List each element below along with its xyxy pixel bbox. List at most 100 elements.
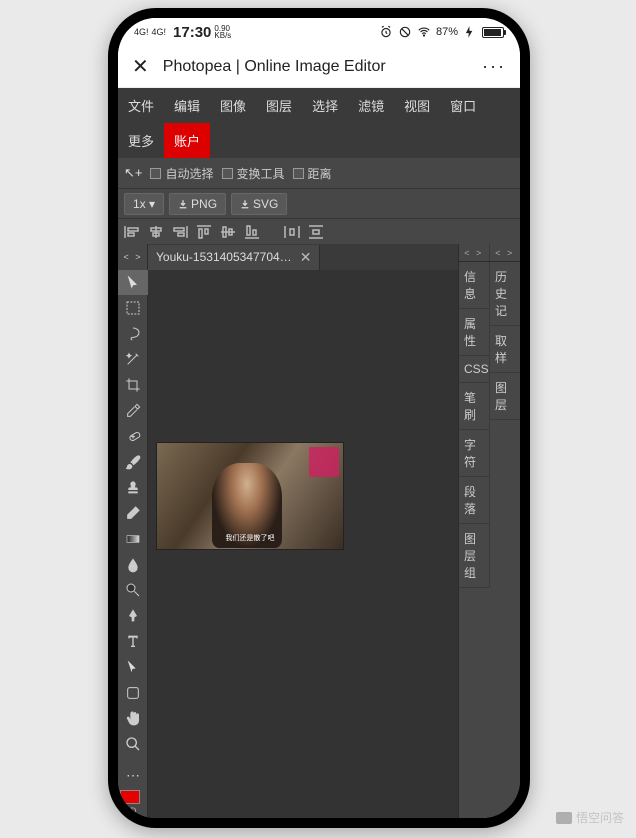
canvas-panel: Youku-1531405347704… ✕ 我们还是散了吧 — [148, 244, 458, 818]
panel-layers[interactable]: 图层 — [490, 373, 520, 420]
swap-colors-icon[interactable] — [120, 807, 128, 815]
document-tabs: Youku-1531405347704… ✕ — [148, 244, 458, 270]
tool-move[interactable] — [118, 270, 148, 296]
image-subtitle: 我们还是散了吧 — [157, 533, 343, 543]
tool-lasso[interactable] — [118, 321, 148, 347]
tool-path[interactable] — [118, 654, 148, 680]
page-title: Photopea | Online Image Editor — [163, 58, 468, 76]
download-icon — [178, 199, 188, 209]
panel-character[interactable]: 字符 — [459, 430, 489, 477]
watermark-icon — [556, 812, 572, 824]
dnd-icon — [398, 25, 412, 39]
panel-history[interactable]: 历史记 — [490, 262, 520, 326]
collapse-panel-button[interactable]: < > — [459, 244, 490, 261]
menu-window[interactable]: 窗口 — [440, 88, 486, 123]
panel-info[interactable]: 信息 — [459, 262, 489, 309]
tool-eraser[interactable] — [118, 500, 148, 526]
canvas[interactable]: 我们还是散了吧 — [148, 270, 458, 818]
tool-gradient[interactable] — [118, 526, 148, 552]
checkbox-icon[interactable] — [150, 168, 161, 179]
options-bar: ↖+ 自动选择 变换工具 距离 — [118, 158, 520, 188]
charging-icon — [463, 25, 477, 39]
color-swatches[interactable]: D — [118, 788, 147, 818]
net-speed: 0.90KB/s — [214, 25, 231, 39]
tool-marquee[interactable] — [118, 295, 148, 321]
tool-dodge[interactable] — [118, 577, 148, 603]
export-svg-button[interactable]: SVG — [231, 193, 287, 215]
menu-filter[interactable]: 滤镜 — [348, 88, 394, 123]
checkbox-icon[interactable] — [293, 168, 304, 179]
align-center-h-icon[interactable] — [148, 225, 164, 239]
tool-more[interactable]: ⋯ — [118, 762, 148, 788]
menu-account[interactable]: 账户 — [164, 123, 210, 158]
phone-frame: 4G! 4G! 17:30 0.90KB/s 87% — [108, 8, 530, 828]
panel-properties[interactable]: 属性 — [459, 309, 489, 356]
close-button[interactable]: ✕ — [132, 54, 149, 79]
tool-zoom[interactable] — [118, 731, 148, 757]
align-left-icon[interactable] — [124, 225, 140, 239]
menu-layer[interactable]: 图层 — [256, 88, 302, 123]
tool-text[interactable] — [118, 629, 148, 655]
status-bar: 4G! 4G! 17:30 0.90KB/s 87% — [118, 18, 520, 46]
more-button[interactable]: ··· — [482, 56, 506, 77]
menu-image[interactable]: 图像 — [210, 88, 256, 123]
tool-crop[interactable] — [118, 372, 148, 398]
align-bar — [118, 218, 520, 244]
distribute-h-icon[interactable] — [284, 225, 300, 239]
canvas-image[interactable]: 我们还是散了吧 — [156, 442, 344, 550]
tool-wand[interactable] — [118, 347, 148, 373]
opt-transform[interactable]: 变换工具 — [222, 165, 285, 182]
image-overlay — [309, 447, 339, 477]
signal-icon-2: 4G! — [152, 28, 167, 37]
tool-blur[interactable] — [118, 552, 148, 578]
move-tool-icon[interactable]: ↖+ — [124, 165, 142, 181]
tool-stamp[interactable] — [118, 475, 148, 501]
opt-distance[interactable]: 距离 — [293, 165, 332, 182]
menu-view[interactable]: 视图 — [394, 88, 440, 123]
panel-brush[interactable]: 笔刷 — [459, 383, 489, 430]
alarm-icon — [379, 25, 393, 39]
align-right-icon[interactable] — [172, 225, 188, 239]
tool-pen[interactable] — [118, 603, 148, 629]
align-bottom-icon[interactable] — [244, 225, 260, 239]
wifi-icon — [417, 25, 431, 39]
watermark: 悟空问答 — [556, 809, 624, 826]
menu-select[interactable]: 选择 — [302, 88, 348, 123]
tool-brush[interactable] — [118, 449, 148, 475]
menu-file[interactable]: 文件 — [118, 88, 164, 123]
opt-auto-select[interactable]: 自动选择 — [150, 165, 213, 182]
download-icon — [240, 199, 250, 209]
menu-more[interactable]: 更多 — [118, 123, 164, 158]
checkbox-icon[interactable] — [222, 168, 233, 179]
close-tab-button[interactable]: ✕ — [300, 249, 312, 266]
clock: 17:30 — [173, 24, 211, 41]
panel-paragraph[interactable]: 段落 — [459, 477, 489, 524]
foreground-color[interactable] — [120, 790, 140, 804]
align-center-v-icon[interactable] — [220, 225, 236, 239]
screen: 4G! 4G! 17:30 0.90KB/s 87% — [118, 18, 520, 818]
panels-sidebar: < > < > 信息 属性 CSS 笔刷 字符 段落 图层组 历史记 — [458, 244, 520, 818]
toolbox: < > ⋯ — [118, 244, 148, 818]
tool-eyedropper[interactable] — [118, 398, 148, 424]
zoom-select[interactable]: 1x ▾ — [124, 193, 164, 215]
battery-pct: 87% — [436, 26, 458, 38]
collapse-toolbox-button[interactable]: < > — [118, 244, 148, 270]
panel-css[interactable]: CSS — [459, 356, 489, 383]
panel-sample[interactable]: 取样 — [490, 326, 520, 373]
document-tab[interactable]: Youku-1531405347704… ✕ — [148, 245, 320, 270]
tool-heal[interactable] — [118, 423, 148, 449]
signal-icon: 4G! — [134, 28, 149, 37]
collapse-panel-button-2[interactable]: < > — [490, 244, 520, 261]
default-colors-button[interactable]: D — [130, 806, 137, 816]
battery-icon — [482, 27, 504, 38]
document-name: Youku-1531405347704… — [156, 250, 292, 264]
menu-edit[interactable]: 编辑 — [164, 88, 210, 123]
tool-shape[interactable] — [118, 680, 148, 706]
panel-layergroup[interactable]: 图层组 — [459, 524, 489, 588]
export-bar: 1x ▾ PNG SVG — [118, 188, 520, 218]
menu-bar: 文件 编辑 图像 图层 选择 滤镜 视图 窗口 更多 账户 — [118, 88, 520, 158]
tool-hand[interactable] — [118, 706, 148, 732]
distribute-v-icon[interactable] — [308, 225, 324, 239]
align-top-icon[interactable] — [196, 225, 212, 239]
export-png-button[interactable]: PNG — [169, 193, 226, 215]
